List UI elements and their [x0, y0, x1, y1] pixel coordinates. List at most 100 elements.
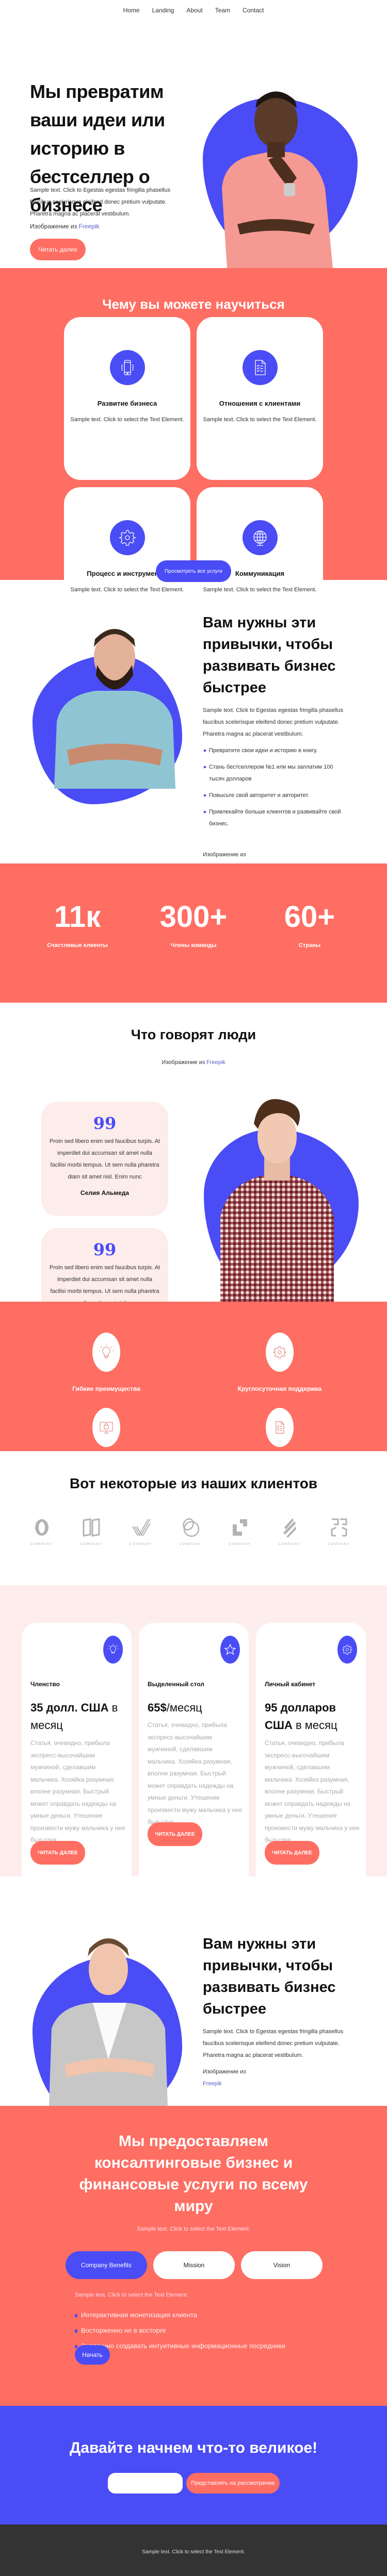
- client-logo: COMPANY: [78, 1517, 105, 1546]
- pricing-card: Выделенный стол 65$/месяц Статья, очевид…: [139, 1623, 249, 1890]
- logo-text: COMPANY: [229, 1543, 251, 1546]
- clients-title: Вот некоторые из наших клиентов: [69, 1475, 318, 1491]
- logo-text: COMPANY: [179, 1543, 202, 1546]
- habits-title: Вам нужны эти привычки, чтобы развивать …: [203, 614, 336, 696]
- credit-prefix: Изображение из: [203, 2069, 246, 2075]
- clients-section: Вот некоторые из наших клиентов COMPANY …: [0, 1451, 387, 1577]
- credit-prefix: Изображение из: [162, 1059, 206, 1066]
- hero-image-credit: Изображение из Freepik: [30, 223, 99, 230]
- price-amount: 65$: [148, 1701, 167, 1714]
- skill-text: Sample text. Click to select the Text El…: [70, 417, 184, 423]
- plan-title: Личный кабинет: [265, 1681, 316, 1688]
- feature-label: Круглосуточная поддержка: [237, 1385, 322, 1392]
- footer-text: Sample text. Click to select the Text El…: [142, 2549, 245, 2555]
- client-logo: COMPANY: [276, 1517, 303, 1546]
- testimonial-card: 99 Proin sed libero enim sed faucibus tu…: [41, 1102, 168, 1216]
- plan-read-more-button[interactable]: ЧИТАТЬ ДАЛЕЕ: [30, 1841, 85, 1865]
- cta-input[interactable]: [108, 2473, 183, 2494]
- stats-section: 11к Счастливые клиенты 300+ Члены команд…: [0, 863, 387, 1003]
- footer: Sample text. Click to select the Text El…: [0, 2524, 387, 2576]
- nav-landing[interactable]: Landing: [146, 7, 181, 14]
- habits2-person-image: [39, 1925, 178, 2106]
- plan-price: 35 долл. США в месяц: [30, 1699, 126, 1734]
- skill-title: Развитие бизнеса: [97, 400, 157, 407]
- stat-item: 300+ Члены команды: [137, 900, 250, 949]
- testimonial-text: Proin sed libero enim sed faucibus turpi…: [49, 1138, 160, 1180]
- nav-contact[interactable]: Contact: [236, 7, 270, 14]
- consulting-tabs: Company Benefits Mission Vision: [66, 2251, 322, 2279]
- tab-mission[interactable]: Mission: [153, 2251, 235, 2279]
- logo-text: COMPANY: [278, 1543, 301, 1546]
- testimonials-section: Что говорят люди Изображение из Freepik …: [0, 1003, 387, 1342]
- cta-section: Давайте начнем что-то великое! Представл…: [0, 2406, 387, 2524]
- feature-item: Гибкие преимущества: [39, 1333, 173, 1392]
- bullet-item: Превратите свои идеи и историю в книгу.: [203, 745, 347, 757]
- habits2-title: Вам нужны эти привычки, чтобы развивать …: [203, 1936, 336, 2017]
- hero-section: Мы превратим ваши идеи или историю в бес…: [0, 31, 387, 268]
- hero-read-more-button[interactable]: Читать далее: [30, 239, 86, 260]
- plan-title: Членство: [30, 1681, 60, 1688]
- price-amount: 35 долл. США: [30, 1701, 109, 1714]
- stat-item: 60+ Страны: [253, 900, 366, 949]
- stat-item: 11к Счастливые клиенты: [21, 900, 134, 949]
- pricing-card: Членство 35 долл. США в месяц Статья, оч…: [22, 1623, 132, 1890]
- logo-text: COMPANY: [80, 1543, 103, 1546]
- habits-section-2: Вам нужны эти привычки, чтобы развивать …: [0, 1889, 387, 2128]
- skill-title: Отношения с клиентами: [219, 400, 301, 407]
- stat-value: 300+: [159, 900, 228, 934]
- skill-card: Отношения с клиентами Sample text. Click…: [197, 317, 323, 480]
- top-nav: Home Landing About Team Contact: [0, 0, 387, 31]
- nav-team[interactable]: Team: [209, 7, 236, 14]
- plan-read-more-button[interactable]: ЧИТАТЬ ДАЛЕЕ: [148, 1822, 202, 1846]
- skill-card: Развитие бизнеса Sample text. Click to s…: [64, 317, 190, 480]
- document-checklist-icon: [242, 350, 278, 385]
- tab-company-benefits[interactable]: Company Benefits: [66, 2251, 147, 2279]
- hero-text: Sample text. Click to Egestas egestas fr…: [30, 187, 171, 217]
- habits-bullet-list: Превратите свои идеи и историю в книгу. …: [203, 745, 347, 835]
- price-period: в месяц: [292, 1719, 337, 1732]
- pricing-section: Членство 35 долл. США в месяц Статья, оч…: [0, 1585, 387, 1890]
- consulting-title: Мы предоставляем консалтинговые бизнес и…: [79, 2133, 308, 2215]
- view-all-services-button[interactable]: Просмотреть все услуги: [156, 560, 231, 582]
- consulting-section: Мы предоставляем консалтинговые бизнес и…: [0, 2106, 387, 2365]
- plan-price: 65$/месяц: [148, 1699, 243, 1717]
- monitor-lock-icon: [92, 1408, 120, 1447]
- gear-icon: [337, 1636, 357, 1664]
- submit-button[interactable]: Представлять на рассмотрение: [186, 2473, 280, 2494]
- hero-person-image: [212, 70, 341, 268]
- freepik-link[interactable]: Freepik: [78, 223, 99, 230]
- bullet-item: Интерактивная монетизация клиента: [75, 2311, 285, 2319]
- lightbulb-icon: [92, 1333, 120, 1372]
- logo-text: COMPANY: [328, 1543, 350, 1546]
- nav-home[interactable]: Home: [117, 7, 146, 14]
- bullet-item: Стань бестселлером №1 или мы заплатим 10…: [203, 761, 347, 785]
- start-button[interactable]: Начать: [75, 2345, 110, 2365]
- gear-icon: [266, 1333, 294, 1372]
- habits-section: Вам нужны эти привычки, чтобы развивать …: [0, 580, 387, 911]
- bullet-item: Повысьте свой авторитет и авторитет.: [203, 790, 347, 802]
- freepik-link[interactable]: Freepik: [203, 2081, 222, 2087]
- client-logo: COMPANY: [227, 1517, 253, 1546]
- freepik-link[interactable]: Freepik: [206, 1059, 225, 1066]
- nav-about[interactable]: About: [180, 7, 208, 14]
- client-logo: COMPANY: [326, 1517, 352, 1546]
- plan-description: Статья, очевидно, прибыла экспресс-высоч…: [265, 1739, 360, 1843]
- star-icon: [220, 1636, 240, 1664]
- client-logo: COMPANY: [28, 1517, 55, 1546]
- feature-label: Гибкие преимущества: [72, 1385, 140, 1392]
- client-logos: COMPANY COMPANY COMPANY COMPANY COMPANY …: [28, 1517, 352, 1546]
- features-section: Гибкие преимущества Круглосуточная подде…: [0, 1302, 387, 1468]
- pricing-card: Личный кабинет 95 долларов США в месяц С…: [256, 1623, 366, 1890]
- stat-value: 11к: [54, 900, 101, 934]
- plan-read-more-button[interactable]: ЧИТАТЬ ДАЛЕЕ: [265, 1841, 319, 1865]
- globe-icon: [242, 520, 278, 555]
- habits2-text: Sample text. Click to Egestas egestas fr…: [203, 2029, 344, 2058]
- logo-text: COMPANY: [130, 1543, 152, 1546]
- document-checklist-icon: [266, 1408, 294, 1447]
- gear-icon: [109, 520, 145, 555]
- stat-value: 60+: [284, 900, 335, 934]
- tab-content-text: Sample text. Click to select the Text El…: [75, 2292, 188, 2298]
- tab-vision[interactable]: Vision: [241, 2251, 322, 2279]
- testimonials-person-image: [213, 1093, 342, 1302]
- habits2-image-credit: Изображение из Freepik: [203, 2066, 347, 2090]
